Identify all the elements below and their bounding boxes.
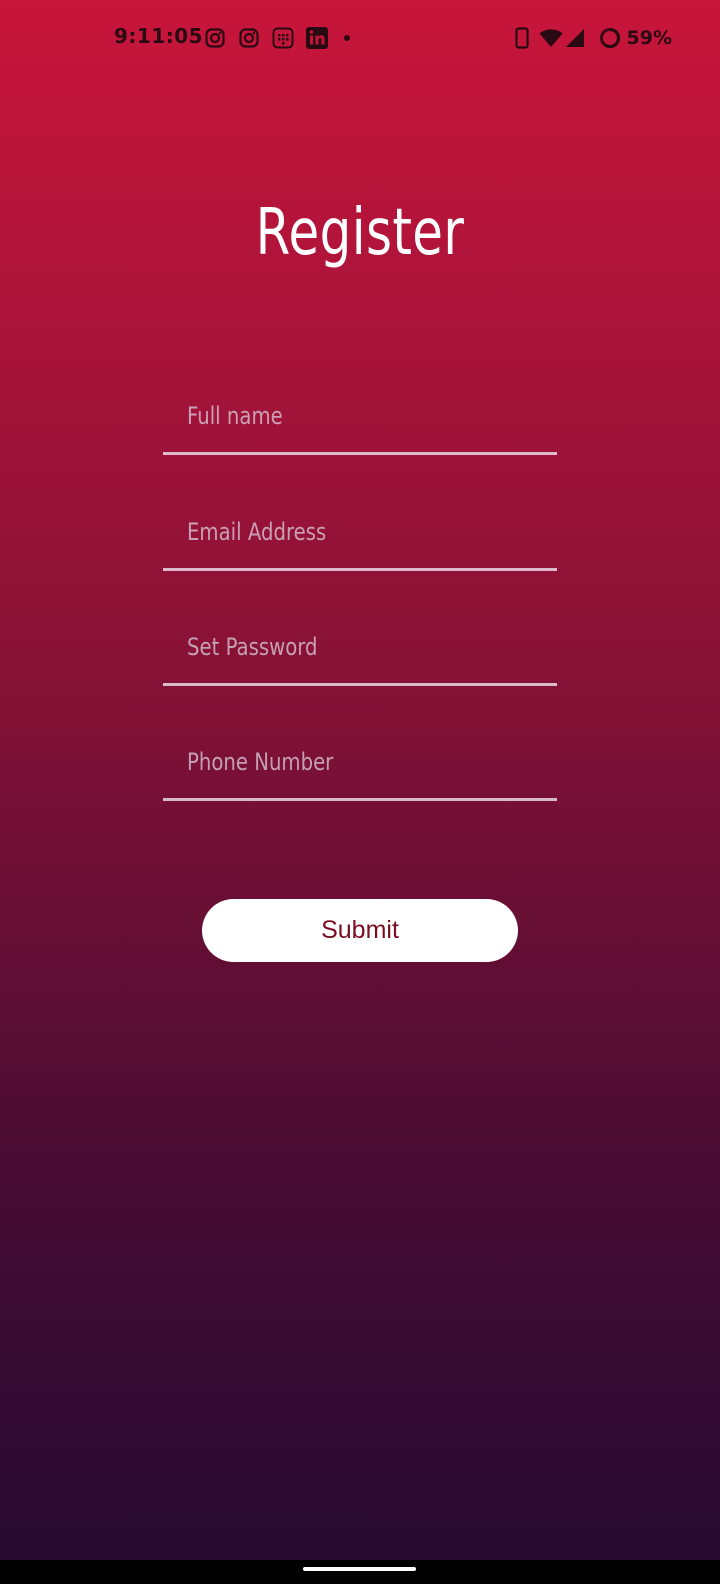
navigation-bar bbox=[0, 1560, 720, 1584]
linkedin-icon bbox=[306, 27, 328, 49]
battery-ring-icon bbox=[599, 27, 621, 49]
full-name-field[interactable] bbox=[163, 382, 557, 455]
password-field[interactable] bbox=[163, 613, 557, 686]
home-gesture-handle[interactable] bbox=[303, 1567, 416, 1571]
phone-field[interactable] bbox=[163, 728, 557, 801]
status-bar: 9:11:05 59% bbox=[0, 0, 720, 76]
calendar-grid-icon bbox=[272, 27, 294, 49]
status-time: 9:11:05 bbox=[114, 24, 204, 48]
phone-input[interactable] bbox=[187, 740, 483, 784]
more-notifications-dot-icon bbox=[344, 35, 350, 41]
wifi-icon bbox=[539, 28, 563, 48]
cellular-signal-icon bbox=[565, 28, 585, 48]
battery-percentage: 59% bbox=[626, 27, 672, 49]
notification-icons bbox=[204, 26, 350, 50]
email-input[interactable] bbox=[187, 510, 483, 554]
page-title: Register bbox=[255, 196, 465, 270]
phone-vibrate-icon bbox=[514, 27, 529, 49]
password-input[interactable] bbox=[187, 625, 483, 669]
instagram-icon bbox=[204, 27, 226, 49]
email-field[interactable] bbox=[163, 498, 557, 571]
system-icons: 59% bbox=[505, 25, 672, 51]
full-name-input[interactable] bbox=[187, 394, 483, 438]
instagram-icon bbox=[238, 27, 260, 49]
submit-button[interactable]: Submit bbox=[202, 899, 518, 962]
